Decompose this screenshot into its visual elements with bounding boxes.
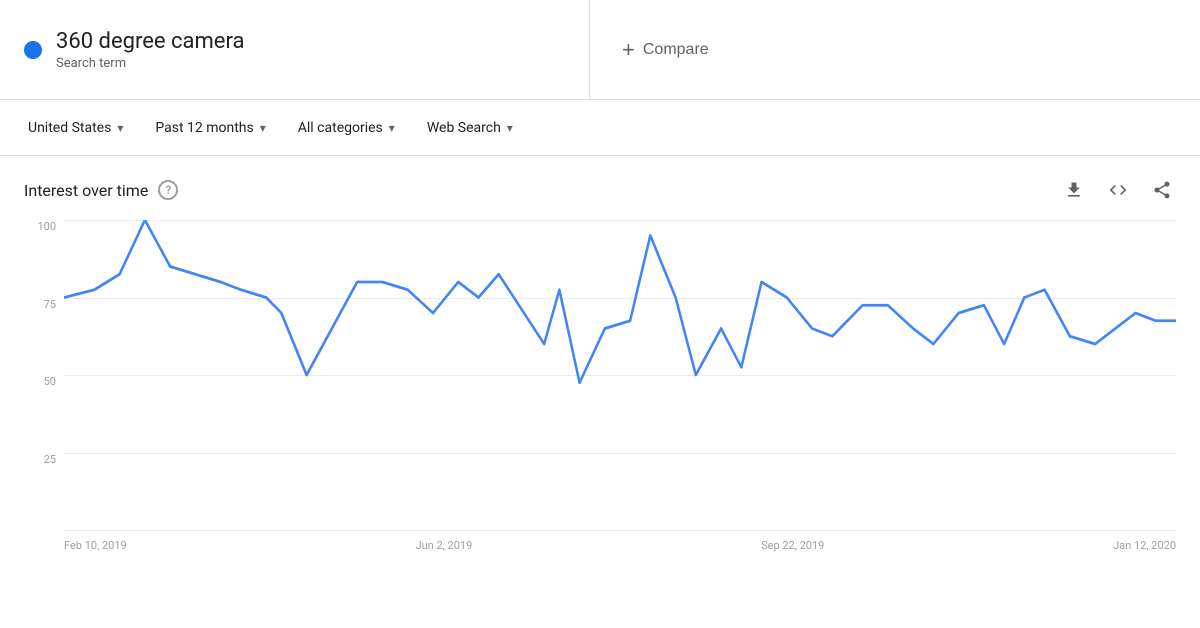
top-bar: 360 degree camera Search term + Compare (0, 0, 1200, 100)
compare-section: + Compare (590, 0, 1200, 99)
y-label-50: 50 (24, 375, 64, 388)
download-icon (1064, 180, 1084, 200)
region-chevron-icon: ▾ (117, 121, 123, 135)
trend-line (64, 220, 1176, 383)
compare-button[interactable]: + Compare (622, 39, 709, 61)
chart-title: Interest over time (24, 181, 148, 200)
y-label-100: 100 (24, 220, 64, 233)
search-type-chevron-icon: ▾ (507, 121, 513, 135)
x-label-jun2019: Jun 2, 2019 (416, 539, 473, 552)
category-filter[interactable]: All categories ▾ (286, 112, 407, 144)
compare-plus-icon: + (622, 39, 635, 61)
region-label: United States (28, 120, 111, 136)
y-label-75: 75 (24, 298, 64, 311)
search-term-type: Search term (56, 56, 244, 71)
chart-actions (1060, 176, 1176, 204)
category-chevron-icon: ▾ (389, 121, 395, 135)
chart-section: Interest over time ? 100 75 50 25 (0, 156, 1200, 560)
y-axis: 100 75 50 25 (24, 220, 64, 530)
embed-button[interactable] (1104, 176, 1132, 204)
category-label: All categories (298, 120, 383, 136)
share-button[interactable] (1148, 176, 1176, 204)
time-chevron-icon: ▾ (260, 121, 266, 135)
help-icon-label: ? (165, 183, 171, 197)
chart-title-area: Interest over time ? (24, 180, 178, 200)
help-icon[interactable]: ? (158, 180, 178, 200)
search-type-label: Web Search (427, 120, 501, 136)
trend-chart-svg (64, 220, 1176, 530)
search-term-section: 360 degree camera Search term (0, 0, 590, 99)
x-label-feb2019: Feb 10, 2019 (64, 539, 127, 552)
embed-icon (1108, 180, 1128, 200)
download-button[interactable] (1060, 176, 1088, 204)
chart-container: 100 75 50 25 Feb 10, 2019 Jun 2, 2019 Se… (24, 220, 1176, 560)
chart-area (64, 220, 1176, 530)
search-term-dot (24, 41, 42, 59)
search-type-filter[interactable]: Web Search ▾ (415, 112, 525, 144)
chart-header: Interest over time ? (24, 176, 1176, 204)
search-term-title: 360 degree camera (56, 29, 244, 54)
x-axis: Feb 10, 2019 Jun 2, 2019 Sep 22, 2019 Ja… (64, 530, 1176, 560)
region-filter[interactable]: United States ▾ (16, 112, 135, 144)
compare-label: Compare (643, 41, 709, 59)
x-label-jan2020: Jan 12, 2020 (1113, 539, 1176, 552)
share-icon (1152, 180, 1172, 200)
time-range-filter[interactable]: Past 12 months ▾ (143, 112, 277, 144)
y-label-25: 25 (24, 453, 64, 466)
x-label-sep2019: Sep 22, 2019 (761, 539, 824, 552)
filters-bar: United States ▾ Past 12 months ▾ All cat… (0, 100, 1200, 156)
search-term-text: 360 degree camera Search term (56, 29, 244, 71)
time-range-label: Past 12 months (155, 120, 253, 136)
